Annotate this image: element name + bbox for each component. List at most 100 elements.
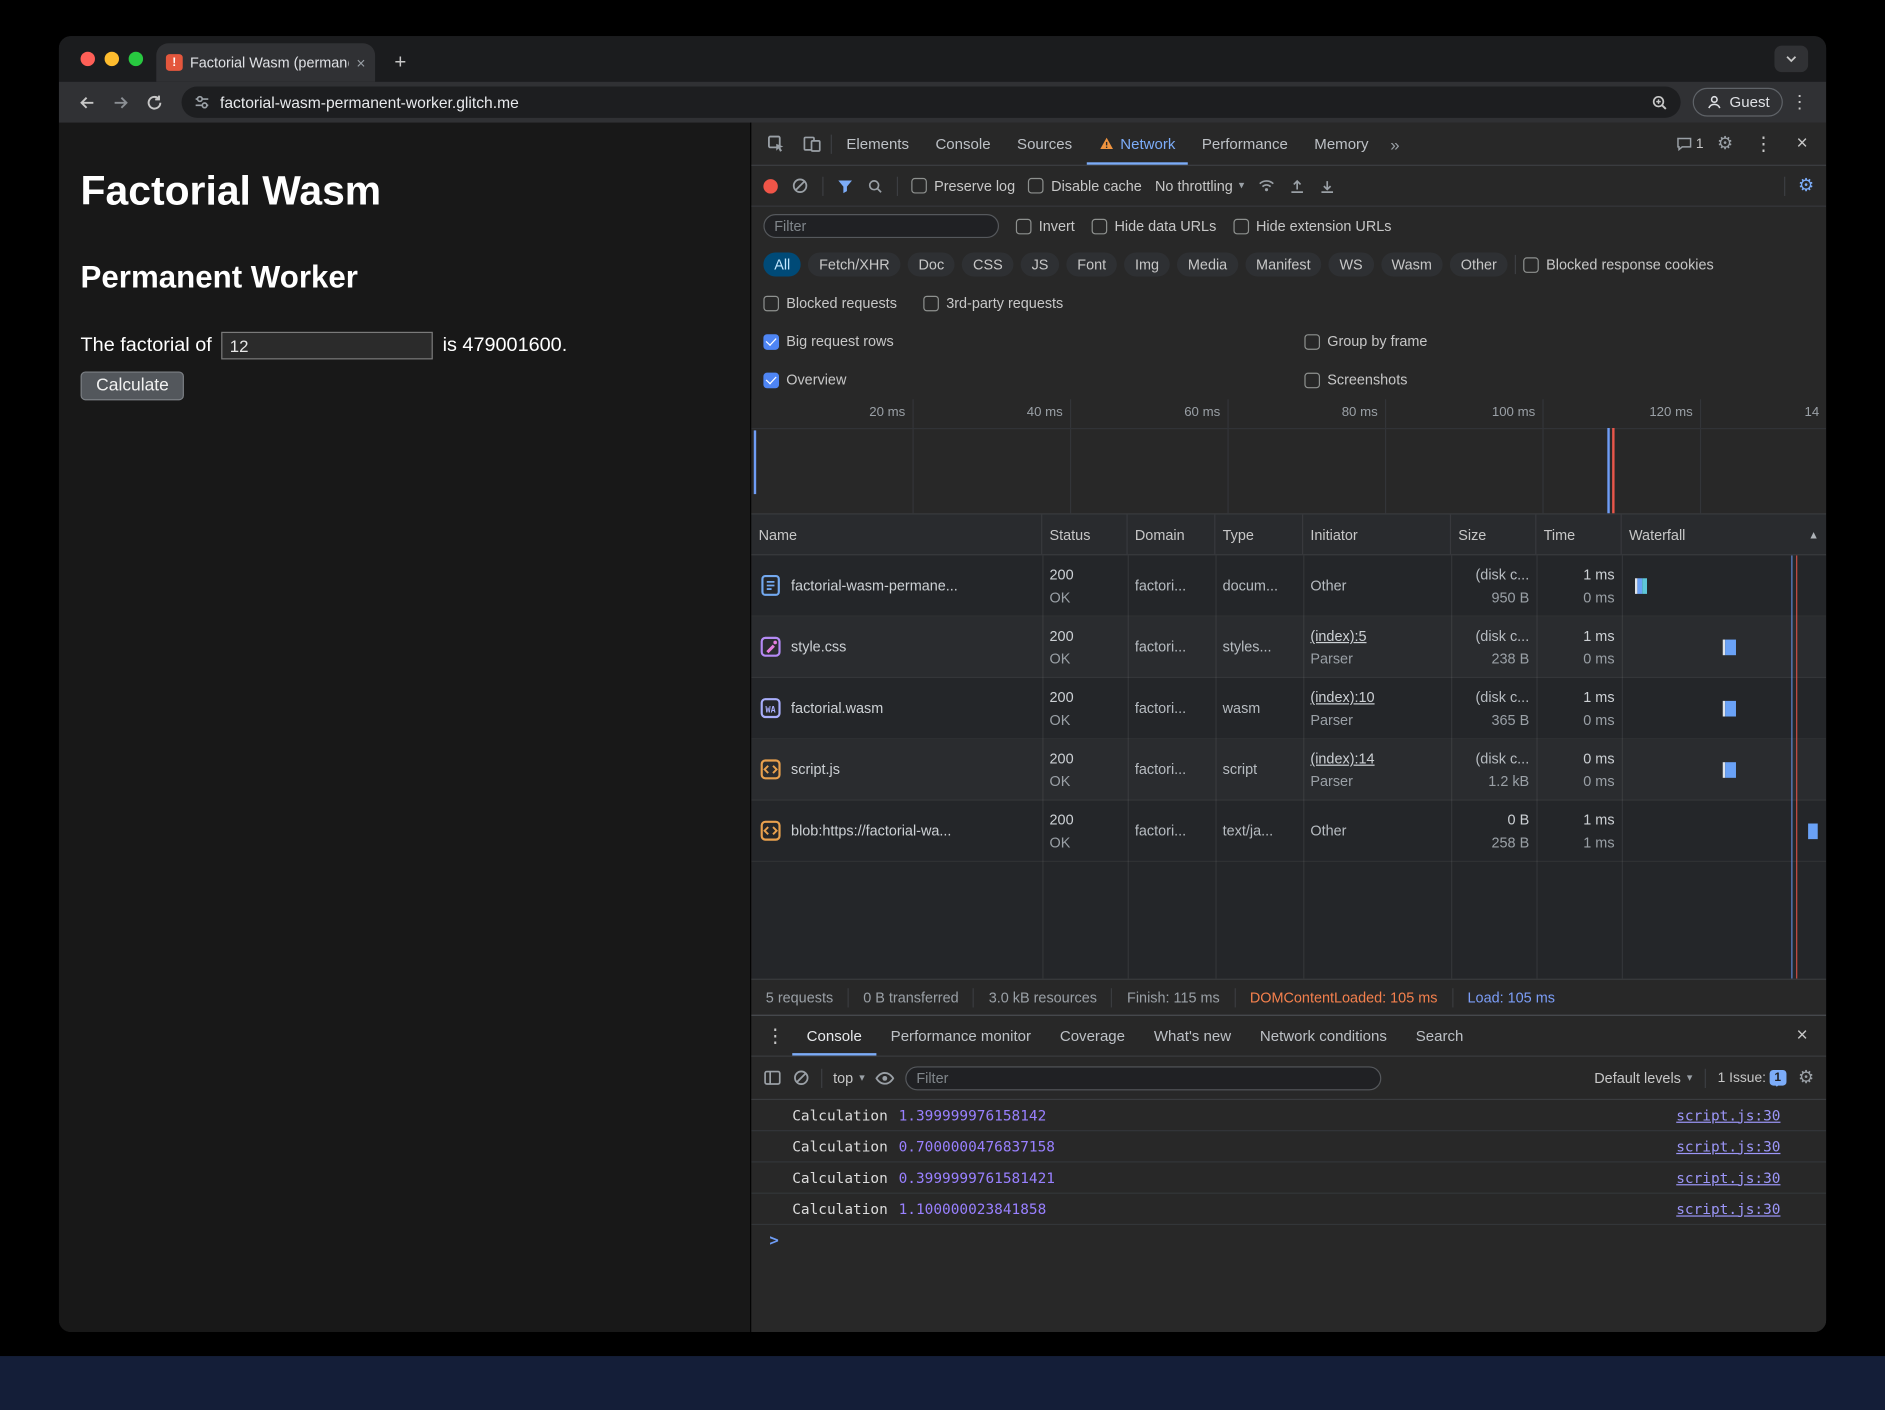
drawer-menu-button[interactable]: ⋮ <box>759 1020 793 1051</box>
clear-console-button[interactable] <box>792 1069 810 1087</box>
more-tabs-button[interactable]: » <box>1383 134 1407 153</box>
network-request-row[interactable]: script.js 200OK factori... script (index… <box>751 739 1826 800</box>
preserve-log-checkbox[interactable]: Preserve log <box>911 177 1015 194</box>
drawer-tab-whats-new[interactable]: What's new <box>1139 1016 1245 1056</box>
console-message[interactable]: Calculation 0.7000000476837158 script.js… <box>751 1131 1826 1162</box>
record-network-log-button[interactable] <box>763 179 777 193</box>
column-header-domain[interactable]: Domain <box>1128 515 1216 555</box>
blocked-response-cookies-checkbox[interactable]: Blocked response cookies <box>1523 256 1713 273</box>
column-divider[interactable] <box>1303 555 1304 978</box>
column-header-waterfall[interactable]: Waterfall ▲ <box>1622 515 1826 555</box>
console-filter-input[interactable] <box>906 1066 1382 1090</box>
initiator-link[interactable]: (index):5 <box>1310 625 1443 648</box>
filter-chip-fetch-xhr[interactable]: Fetch/XHR <box>808 252 900 276</box>
filter-chip-ws[interactable]: WS <box>1329 252 1374 276</box>
console-issues-counter[interactable]: 1 Issue: 1 <box>1718 1070 1786 1086</box>
filter-chip-media[interactable]: Media <box>1177 252 1238 276</box>
log-levels-dropdown[interactable]: Default levels ▾ <box>1594 1069 1692 1086</box>
drawer-tab-performance-monitor[interactable]: Performance monitor <box>876 1016 1045 1056</box>
hide-data-urls-checkbox[interactable]: Hide data URLs <box>1092 218 1217 235</box>
filter-chip-all[interactable]: All <box>763 252 801 276</box>
disable-cache-checkbox[interactable]: Disable cache <box>1028 177 1141 194</box>
devtools-tab-performance[interactable]: Performance <box>1190 123 1300 165</box>
source-link[interactable]: script.js:30 <box>1676 1107 1780 1124</box>
column-divider[interactable] <box>1128 555 1129 978</box>
network-conditions-button[interactable] <box>1257 177 1275 195</box>
execution-context-dropdown[interactable]: top ▾ <box>833 1069 865 1086</box>
drawer-tab-coverage[interactable]: Coverage <box>1045 1016 1139 1056</box>
export-har-button[interactable] <box>1319 177 1336 194</box>
url-text[interactable]: factorial-wasm-permanent-worker.glitch.m… <box>220 93 519 111</box>
initiator-link[interactable]: (index):10 <box>1310 686 1443 709</box>
filter-chip-doc[interactable]: Doc <box>908 252 955 276</box>
invert-checkbox[interactable]: Invert <box>1016 218 1075 235</box>
throttling-dropdown[interactable]: No throttling ▾ <box>1155 177 1244 194</box>
network-search-button[interactable] <box>867 177 884 194</box>
live-expression-button[interactable] <box>875 1068 894 1087</box>
column-divider[interactable] <box>1215 555 1216 978</box>
network-request-row[interactable]: blob:https://factorial-wa... 200OK facto… <box>751 801 1826 862</box>
issues-counter[interactable]: 1 <box>1675 135 1703 152</box>
zoom-icon[interactable] <box>1650 93 1668 111</box>
drawer-tab-network-conditions[interactable]: Network conditions <box>1245 1016 1401 1056</box>
drawer-tab-search[interactable]: Search <box>1401 1016 1477 1056</box>
tab-close-icon[interactable]: × <box>356 53 365 71</box>
console-message[interactable]: Calculation 1.100000023841858 script.js:… <box>751 1194 1826 1225</box>
column-divider[interactable] <box>1622 555 1623 978</box>
clear-network-log-button[interactable] <box>791 177 809 195</box>
devtools-tab-memory[interactable]: Memory <box>1302 123 1380 165</box>
column-divider[interactable] <box>1042 555 1043 978</box>
profile-button[interactable]: Guest <box>1692 88 1783 117</box>
drawer-close-button[interactable]: × <box>1785 1020 1819 1051</box>
hide-extension-urls-checkbox[interactable]: Hide extension URLs <box>1233 218 1391 235</box>
source-link[interactable]: script.js:30 <box>1676 1138 1780 1155</box>
close-window-button[interactable] <box>81 52 95 66</box>
console-prompt[interactable]: > <box>751 1225 1826 1256</box>
inspect-element-button[interactable] <box>759 128 793 159</box>
device-toolbar-button[interactable] <box>795 128 829 159</box>
filter-chip-manifest[interactable]: Manifest <box>1245 252 1321 276</box>
column-header-initiator[interactable]: Initiator <box>1303 515 1451 555</box>
drawer-tab-console[interactable]: Console <box>792 1016 876 1056</box>
network-request-row[interactable]: factorial-wasm-permane... 200OK factori.… <box>751 555 1826 616</box>
filter-chip-img[interactable]: Img <box>1124 252 1170 276</box>
site-settings-icon[interactable] <box>194 94 211 111</box>
back-button[interactable] <box>71 87 102 118</box>
network-request-row[interactable]: style.css 200OK factori... styles... (in… <box>751 617 1826 678</box>
filter-chip-font[interactable]: Font <box>1066 252 1117 276</box>
address-bar[interactable]: factorial-wasm-permanent-worker.glitch.m… <box>182 87 1681 118</box>
third-party-requests-checkbox[interactable]: 3rd-party requests <box>923 295 1063 312</box>
reload-button[interactable] <box>138 87 169 118</box>
column-header-name[interactable]: Name <box>751 515 1042 555</box>
network-settings-button[interactable]: ⚙ <box>1798 177 1814 195</box>
console-message[interactable]: Calculation 1.399999976158142 script.js:… <box>751 1100 1826 1131</box>
devtools-tab-network[interactable]: Network <box>1087 123 1188 165</box>
devtools-settings-button[interactable]: ⚙ <box>1708 128 1742 159</box>
browser-menu-button[interactable]: ⋮ <box>1785 91 1814 113</box>
browser-tab[interactable]: ! Factorial Wasm (permanent W × <box>156 43 375 81</box>
devtools-close-button[interactable]: × <box>1785 128 1819 159</box>
devtools-tab-console[interactable]: Console <box>923 123 1002 165</box>
forward-button[interactable] <box>105 87 136 118</box>
source-link[interactable]: script.js:30 <box>1676 1169 1780 1186</box>
import-har-button[interactable] <box>1289 177 1306 194</box>
source-link[interactable]: script.js:30 <box>1676 1200 1780 1217</box>
network-request-row[interactable]: WA factorial.wasm 200OK factori... wasm … <box>751 678 1826 739</box>
filter-chip-wasm[interactable]: Wasm <box>1381 252 1443 276</box>
factorial-input[interactable] <box>221 332 433 360</box>
screenshots-checkbox[interactable]: Screenshots <box>1304 371 1407 388</box>
filter-toggle-button[interactable] <box>837 177 854 194</box>
filter-chip-other[interactable]: Other <box>1450 252 1508 276</box>
console-settings-button[interactable]: ⚙ <box>1798 1069 1814 1087</box>
big-request-rows-checkbox[interactable]: Big request rows <box>763 333 893 350</box>
column-divider[interactable] <box>1451 555 1452 978</box>
column-header-time[interactable]: Time <box>1536 515 1621 555</box>
tab-search-button[interactable] <box>1774 46 1808 72</box>
blocked-requests-checkbox[interactable]: Blocked requests <box>763 295 897 312</box>
calculate-button[interactable]: Calculate <box>81 371 185 400</box>
devtools-tab-elements[interactable]: Elements <box>834 123 921 165</box>
console-message[interactable]: Calculation 0.3999999761581421 script.js… <box>751 1163 1826 1194</box>
initiator-link[interactable]: (index):14 <box>1310 748 1443 771</box>
column-header-size[interactable]: Size <box>1451 515 1536 555</box>
minimize-window-button[interactable] <box>105 52 119 66</box>
